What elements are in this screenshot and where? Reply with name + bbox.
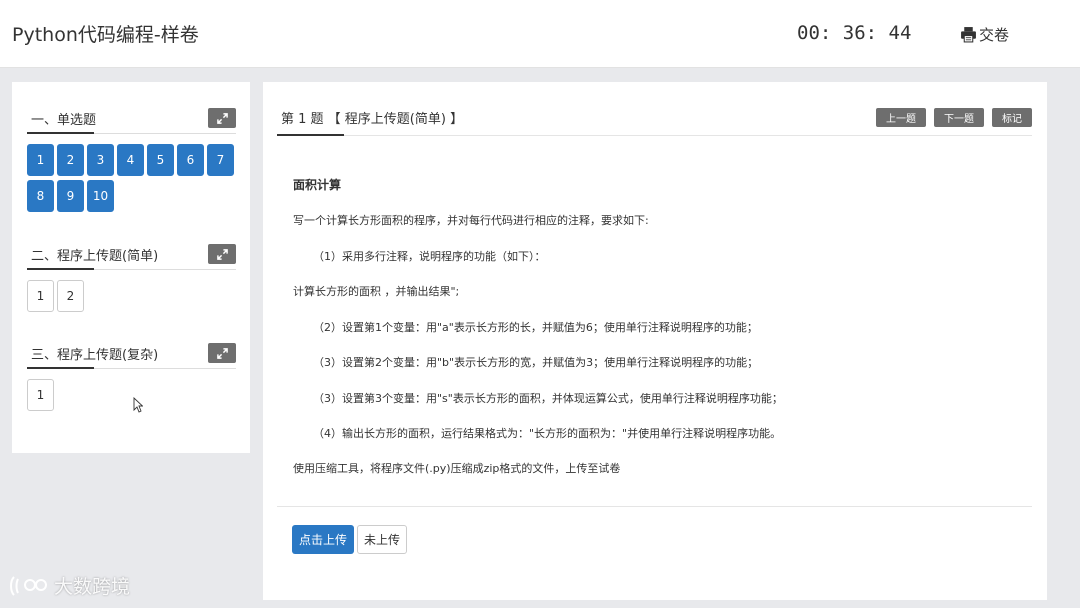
- section-single-choice: 一、单选题 1 2 3 4 5 6 7 8 9 10: [27, 101, 236, 212]
- expand-button[interactable]: [208, 244, 236, 264]
- question-number-grid: 1 2: [27, 280, 236, 312]
- active-underline: [27, 367, 94, 369]
- divider: [277, 506, 1032, 507]
- watermark-text: 大数跨境: [54, 576, 131, 598]
- mark-question-button[interactable]: 标记: [992, 108, 1032, 127]
- question-number-button[interactable]: 7: [207, 144, 234, 176]
- question-title: 第 1 题 【 程序上传题(简单) 】: [281, 112, 464, 127]
- question-navigator: 一、单选题 1 2 3 4 5 6 7 8 9 10 二、程序上传题(简单) 1…: [12, 82, 250, 453]
- section-upload-complex: 三、程序上传题(复杂) 1: [27, 336, 236, 411]
- question-number-button[interactable]: 10: [87, 180, 114, 212]
- question-number-button[interactable]: 1: [27, 280, 54, 312]
- question-number-grid: 1: [27, 379, 236, 411]
- question-number-button[interactable]: 1: [27, 144, 54, 176]
- section-header: 三、程序上传题(复杂): [27, 336, 236, 369]
- expand-icon: [216, 112, 228, 124]
- question-text-line: 使用压缩工具，将程序文件(.py)压缩成zip格式的文件，上传至试卷: [293, 462, 621, 475]
- question-text-line: （1）采用多行注释，说明程序的功能（如下）：: [313, 250, 546, 263]
- question-number-button[interactable]: 6: [177, 144, 204, 176]
- section-title: 三、程序上传题(复杂): [31, 348, 159, 363]
- question-heading: 面积计算: [293, 178, 342, 192]
- expand-button[interactable]: [208, 343, 236, 363]
- question-panel: 第 1 题 【 程序上传题(简单) 】 上一题 下一题 标记 面积计算 写一个计…: [263, 82, 1047, 600]
- question-header: 第 1 题 【 程序上传题(简单) 】 上一题 下一题 标记: [277, 102, 1032, 136]
- watermark: 大数跨境: [8, 572, 130, 599]
- mouse-cursor-icon: [133, 397, 143, 413]
- active-underline: [27, 268, 94, 270]
- next-question-button[interactable]: 下一题: [934, 108, 984, 127]
- question-number-button[interactable]: 4: [117, 144, 144, 176]
- question-number-button[interactable]: 9: [57, 180, 84, 212]
- upload-button[interactable]: 点击上传: [292, 525, 354, 554]
- active-underline: [27, 132, 94, 134]
- top-bar: Python代码编程-样卷 00: 36: 44 交卷: [0, 0, 1080, 68]
- question-nav: 上一题 下一题 标记: [876, 108, 1032, 127]
- prev-question-button[interactable]: 上一题: [876, 108, 926, 127]
- watermark-logo-icon: [10, 575, 47, 596]
- countdown-timer: 00: 36: 44: [797, 22, 912, 44]
- question-number-button[interactable]: 1: [27, 379, 54, 411]
- question-number-button[interactable]: 3: [87, 144, 114, 176]
- question-number-button[interactable]: 5: [147, 144, 174, 176]
- section-header: 二、程序上传题(简单): [27, 237, 236, 270]
- submit-exam-button[interactable]: 交卷: [960, 24, 1009, 45]
- question-text-line: （3）设置第2个变量：用"b"表示长方形的宽，并赋值为3；使用单行注释说明程序的…: [313, 356, 759, 369]
- expand-icon: [216, 248, 228, 260]
- upload-status-badge: 未上传: [357, 525, 407, 554]
- submit-exam-label: 交卷: [979, 26, 1010, 44]
- expand-icon: [216, 347, 228, 359]
- active-underline: [277, 134, 344, 136]
- exam-title: Python代码编程-样卷: [12, 24, 199, 46]
- section-upload-simple: 二、程序上传题(简单) 1 2: [27, 237, 236, 312]
- question-number-button[interactable]: 2: [57, 144, 84, 176]
- question-text-line: （3）设置第3个变量：用"s"表示长方形的面积，并体现运算公式，使用单行注释说明…: [313, 392, 783, 405]
- section-header: 一、单选题: [27, 101, 236, 134]
- section-title: 一、单选题: [31, 113, 97, 128]
- question-number-button[interactable]: 8: [27, 180, 54, 212]
- question-text-line: 计算长方形的面积 ，并输出结果";: [293, 285, 460, 298]
- printer-icon: [961, 27, 976, 43]
- section-title: 二、程序上传题(简单): [31, 249, 159, 264]
- question-number-grid: 1 2 3 4 5 6 7 8 9 10: [27, 144, 236, 212]
- question-text-line: （4）输出长方形的面积，运行结果格式为："长方形的面积为："并使用单行注释说明程…: [313, 427, 782, 440]
- expand-button[interactable]: [208, 108, 236, 128]
- question-number-button[interactable]: 2: [57, 280, 84, 312]
- question-text-line: （2）设置第1个变量：用"a"表示长方形的长，并赋值为6；使用单行注释说明程序的…: [313, 321, 758, 334]
- question-text-line: 写一个计算长方形面积的程序，并对每行代码进行相应的注释，要求如下:: [293, 214, 649, 227]
